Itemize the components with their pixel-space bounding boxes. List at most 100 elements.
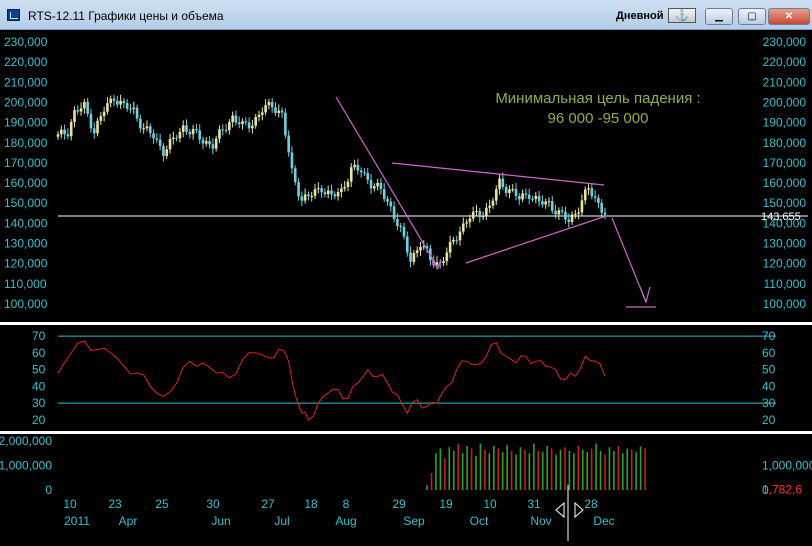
candle-body	[172, 137, 175, 140]
volume-bar	[626, 448, 629, 490]
candle-body	[106, 103, 109, 112]
date-tick-day: 10	[63, 497, 77, 511]
candle-body	[462, 223, 465, 232]
pane-divider-bottom[interactable]	[0, 431, 812, 434]
minimize-button[interactable]: ▁	[705, 8, 733, 25]
rsi-tick-right: 40	[762, 379, 776, 393]
scroll-right-icon[interactable]	[574, 501, 584, 519]
rsi-line	[57, 340, 606, 421]
price-tick-right: 200,000	[763, 96, 807, 110]
candle-body	[399, 225, 402, 227]
candle-body	[313, 189, 317, 196]
maximize-button[interactable]: ▢	[738, 8, 766, 25]
volume-bar	[550, 448, 553, 490]
price-tick-right: 230,000	[763, 35, 807, 49]
candle-body	[363, 172, 366, 174]
candle-body	[99, 116, 103, 121]
pane-divider-top[interactable]	[0, 322, 812, 325]
candle-body	[89, 113, 93, 129]
candle-body	[267, 102, 271, 106]
volume-bar	[621, 453, 624, 490]
volume-bar	[515, 454, 517, 490]
close-icon: ✕	[784, 11, 794, 22]
candle-body	[442, 261, 445, 264]
candle-body	[405, 236, 409, 253]
rsi-tick-left: 20	[32, 413, 46, 427]
candle-body	[310, 195, 314, 197]
price-tick-left: 120,000	[4, 257, 48, 271]
candle-body	[597, 197, 600, 204]
rsi-axis-left: 70 60 50 40 30 20	[32, 329, 46, 427]
candle-body	[69, 122, 73, 137]
date-tick-month: Aug	[335, 514, 356, 528]
date-tick-day: 25	[155, 497, 169, 511]
candle-body	[527, 194, 531, 199]
volume-bar	[484, 449, 486, 490]
candle-body	[547, 201, 551, 203]
candle-body	[508, 189, 511, 193]
volume-bar	[430, 472, 433, 490]
volume-bar	[559, 449, 562, 490]
candle-body	[409, 252, 412, 262]
volume-bar	[537, 450, 540, 490]
chart-svg[interactable]: 230,000 220,000 210,000 200,000 190,000 180,0…	[0, 30, 812, 541]
candle-body	[208, 141, 211, 145]
close-button[interactable]: ✕	[768, 8, 810, 25]
date-tick-month: Oct	[470, 514, 489, 528]
date-tick-month: Dec	[593, 514, 614, 528]
maximize-icon: ▢	[747, 11, 757, 22]
candle-body	[455, 239, 459, 241]
volume-bar	[457, 443, 459, 490]
time-axis: 10 23 25 30 27 18 8 29 19 10 31 28 2011 Apr Jun Jul Aug S…	[63, 497, 614, 528]
candle-body	[550, 201, 554, 211]
volume-bar	[568, 450, 571, 490]
candle-body	[237, 122, 241, 125]
rsi-tick-left: 60	[32, 346, 46, 360]
candle-body	[452, 239, 455, 242]
candle-body	[557, 210, 561, 215]
candle-body	[254, 117, 258, 126]
candle-body	[96, 120, 99, 134]
anchor-icon: ⚓	[675, 10, 689, 22]
anchor-button[interactable]: ⚓	[668, 8, 696, 23]
rsi-level-lines	[58, 335, 776, 404]
scroll-left-icon[interactable]	[555, 501, 565, 519]
chart-area[interactable]: 230,000 220,000 210,000 200,000 190,000 180,0…	[0, 30, 812, 541]
candle-body	[119, 100, 122, 105]
candle-body	[135, 107, 139, 119]
volume-tick-right: 0	[762, 483, 769, 497]
price-tick-left: 220,000	[4, 55, 48, 69]
candle-body	[109, 98, 113, 104]
candle-body	[369, 179, 373, 189]
candle-body	[228, 122, 231, 131]
rsi-tick-left: 70	[32, 329, 46, 343]
chart-app-icon	[7, 9, 20, 21]
candle-body	[336, 192, 340, 197]
volume-tick-left: 0	[45, 483, 52, 497]
price-tick-right: 110,000	[764, 277, 807, 291]
candle-body	[415, 250, 419, 254]
candle-body	[537, 195, 541, 202]
candle-body	[139, 118, 142, 129]
candle-body	[284, 112, 287, 136]
scroll-cursor[interactable]	[555, 485, 584, 541]
candle-body	[531, 198, 534, 200]
price-tick-left: 170,000	[4, 156, 48, 170]
price-tick-right: 170,000	[763, 156, 807, 170]
period-selector[interactable]: Дневной	[616, 10, 664, 22]
price-tick-left: 200,000	[4, 96, 48, 110]
candle-body	[224, 130, 228, 132]
price-tick-left: 190,000	[4, 116, 48, 130]
volume-bar	[613, 450, 615, 490]
candle-body	[204, 141, 208, 144]
candle-body	[554, 210, 557, 215]
current-price-label: 143,655	[761, 211, 801, 223]
candle-body	[471, 211, 475, 219]
candle-body	[142, 128, 145, 130]
candle-body	[382, 189, 386, 199]
candle-body	[386, 198, 389, 202]
candle-body	[152, 133, 155, 139]
candle-body	[175, 137, 178, 139]
date-tick-month: Sep	[403, 514, 425, 528]
price-tick-right: 160,000	[763, 176, 807, 190]
